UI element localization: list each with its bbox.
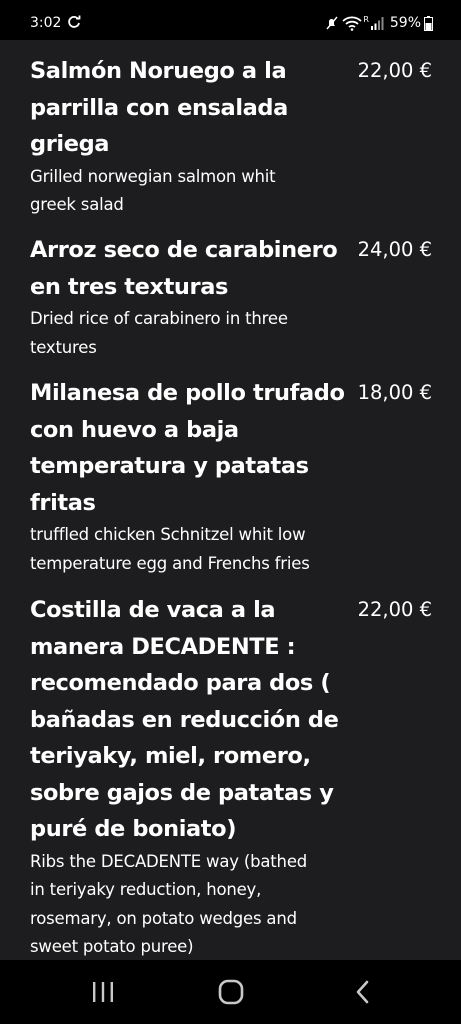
home-button[interactable] [216,977,246,1007]
wifi-icon [342,16,362,31]
status-bar: 3:02 R 59% [0,0,461,40]
dish-name-line: Milanesa de pollo trufado [30,380,345,406]
sync-icon [68,15,81,28]
dish-description-line: truffled chicken Schnitzel whit low [30,525,306,544]
dish-name: Costilla de vaca a la manera DECADENTE :… [30,592,339,848]
dish-name-line: recomendado para dos ( [30,670,331,696]
dish-description-line: textures [30,337,97,357]
dish-name-line: Costilla de vaca a la [30,597,276,623]
battery-icon [424,15,433,31]
battery-percent: 59% [389,15,421,31]
dish-description-line: Dried rice of carabinero in three [30,309,288,328]
network-label: R [363,15,369,24]
dish-name-line: griega [30,131,110,157]
menu-item[interactable]: Milanesa de pollo trufado con huevo a ba… [30,375,440,578]
dish-description: Dried rice of carabinero in three textur… [30,305,330,362]
dish-name-line: con huevo a baja [30,416,239,443]
dish-name-line: sobre gajos de patatas y [30,779,334,806]
menu-item[interactable]: Arroz seco de carabinero en tres textura… [30,232,440,362]
dish-description-line: sweet potato puree) [30,937,194,956]
dish-name: Salmón Noruego a la parrilla con ensalad… [30,53,330,163]
dish-description: truffled chicken Schnitzel whit low temp… [30,521,330,578]
dish-description-line: rosemary, on potato wedges and [30,908,297,928]
dish-name: Arroz seco de carabinero en tres textura… [30,232,338,305]
status-time: 3:02 [30,15,62,31]
dish-description-line: greek salad [30,195,124,214]
dish-price: 22,00 € [357,598,432,621]
dish-price: 22,00 € [357,59,432,82]
dish-description: Ribs the DECADENTE way (bathed in teriya… [30,848,330,961]
dish-name-line: puré de boniato) [30,816,237,842]
dish-name-line: manera DECADENTE : [30,633,296,660]
recents-button[interactable] [88,977,118,1007]
dish-name-line: fritas [30,489,96,516]
signal-icon [370,17,384,30]
dish-name-line: en tres texturas [30,273,229,300]
status-icons: R 59% [326,13,433,33]
dish-name-line: bañadas en reducción de [30,706,339,733]
dish-price: 18,00 € [357,381,432,404]
dish-description-line: in teriyaky reduction, honey, [30,880,262,899]
dish-name: Milanesa de pollo trufado con huevo a ba… [30,375,345,521]
menu-content[interactable]: Salmón Noruego a la parrilla con ensalad… [0,40,461,960]
dish-name-line: teriyaky, miel, romero, [30,743,311,769]
dish-description-line: temperature egg and Frenchs fries [30,553,310,573]
recents-icon [93,982,113,1002]
dish-description-line: Ribs the DECADENTE way (bathed [30,851,308,871]
back-icon [356,980,369,1004]
home-icon [218,979,244,1005]
dish-name-line: Salmón Noruego a la [30,58,287,84]
dish-description: Grilled norwegian salmon whit greek sala… [30,163,330,220]
back-button[interactable] [347,977,377,1007]
dish-name-line: Arroz seco de carabinero [30,237,338,263]
menu-item[interactable]: Costilla de vaca a la manera DECADENTE :… [30,592,440,960]
dish-price: 24,00 € [357,238,432,261]
navigation-bar [0,960,461,1024]
dish-name-line: parrilla con ensalada [30,94,288,121]
mute-icon [326,16,338,30]
dish-name-line: temperatura y patatas [30,453,309,479]
dish-description-line: Grilled norwegian salmon whit [30,166,276,186]
menu-item[interactable]: Salmón Noruego a la parrilla con ensalad… [30,53,440,220]
